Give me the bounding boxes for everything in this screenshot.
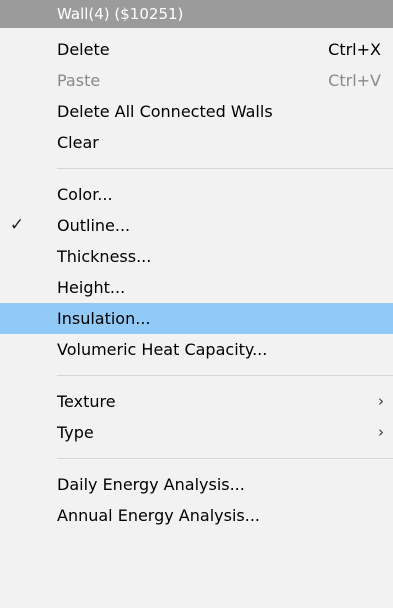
menu-item-label: Height... [57, 278, 126, 297]
shortcut-label: Ctrl+X [328, 40, 381, 59]
menu-item-label: Type [57, 423, 94, 442]
menu-item-label: Delete [57, 40, 110, 59]
menu-item-volumeric-heat-capacity[interactable]: Volumeric Heat Capacity... [0, 334, 393, 365]
menu-item-label: Volumeric Heat Capacity... [57, 340, 268, 359]
menu-item-label: Annual Energy Analysis... [57, 506, 260, 525]
menu-item-label: Outline... [57, 216, 131, 235]
menu-item-label: Thickness... [57, 247, 152, 266]
menu-item-label: Color... [57, 185, 113, 204]
menu-separator [57, 375, 393, 376]
shortcut-label: Ctrl+V [328, 71, 381, 90]
menu-item-type[interactable]: Type › [0, 417, 393, 448]
menu-item-clear[interactable]: Clear [0, 127, 393, 158]
menu-separator [57, 168, 393, 169]
menu-item-label: Insulation... [57, 309, 151, 328]
menu-item-delete[interactable]: Delete Ctrl+X [0, 34, 393, 65]
menu-separator [57, 458, 393, 459]
context-menu: Wall(4) ($10251) Delete Ctrl+X Paste Ctr… [0, 0, 393, 608]
chevron-right-icon: › [378, 392, 384, 410]
menu-item-label: Clear [57, 133, 99, 152]
menu-item-label: Daily Energy Analysis... [57, 475, 245, 494]
menu-item-paste[interactable]: Paste Ctrl+V [0, 65, 393, 96]
menu-item-outline[interactable]: ✓ Outline... [0, 210, 393, 241]
menu-item-annual-energy-analysis[interactable]: Annual Energy Analysis... [0, 500, 393, 531]
menu-item-height[interactable]: Height... [0, 272, 393, 303]
checkmark-icon: ✓ [9, 215, 25, 235]
menu-item-label: Texture [57, 392, 116, 411]
menu-item-insulation[interactable]: Insulation... [0, 303, 393, 334]
menu-item-thickness[interactable]: Thickness... [0, 241, 393, 272]
menu-item-color[interactable]: Color... [0, 179, 393, 210]
menu-item-label: Delete All Connected Walls [57, 102, 273, 121]
menu-item-texture[interactable]: Texture › [0, 386, 393, 417]
menu-item-delete-all-connected-walls[interactable]: Delete All Connected Walls [0, 96, 393, 127]
chevron-right-icon: › [378, 423, 384, 441]
menu-item-daily-energy-analysis[interactable]: Daily Energy Analysis... [0, 469, 393, 500]
menu-item-label: Paste [57, 71, 101, 90]
menu-header-title: Wall(4) ($10251) [0, 0, 393, 28]
